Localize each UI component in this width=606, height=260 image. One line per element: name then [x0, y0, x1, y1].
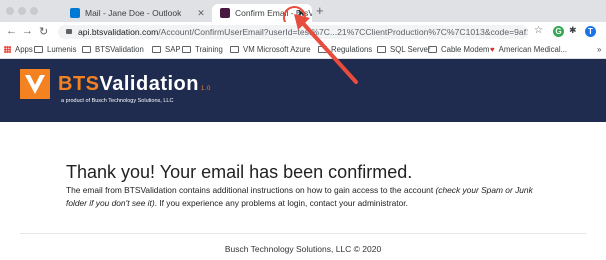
bookmark-apps[interactable]: Apps — [4, 45, 33, 54]
footer-divider — [20, 233, 586, 234]
folder-icon — [34, 46, 43, 53]
folder-icon — [377, 46, 386, 53]
folder-icon — [428, 46, 437, 53]
forward-icon[interactable]: → — [22, 25, 33, 37]
folder-icon — [182, 46, 191, 53]
folder-icon — [152, 46, 161, 53]
apps-grid-icon — [4, 46, 11, 53]
annotation-arrow-icon — [294, 14, 358, 84]
footer-copyright: Busch Technology Solutions, LLC © 2020 — [224, 244, 382, 254]
extension-icon[interactable]: G — [553, 26, 564, 37]
window-minimize-dot[interactable] — [18, 7, 26, 15]
bookmark-training[interactable]: Training — [182, 45, 223, 54]
bookmark-sap[interactable]: SAP — [152, 45, 181, 54]
btsvalidation-icon — [220, 8, 230, 18]
tab-title: Mail - Jane Doe - Outlook — [85, 8, 182, 18]
folder-icon — [230, 46, 239, 53]
bookmark-lumenis[interactable]: Lumenis — [34, 45, 76, 54]
extensions-puzzle-icon[interactable]: ✱ — [569, 25, 577, 36]
btsvalidation-logo-icon — [20, 69, 50, 99]
bookmark-cable-modem[interactable]: Cable Modem — [428, 45, 490, 54]
lock-icon — [66, 29, 72, 34]
tab-close-icon[interactable]: ✕ — [196, 8, 206, 18]
confirmation-message: The email from BTSValidation contains ad… — [66, 185, 533, 208]
profile-avatar[interactable]: T — [585, 26, 596, 37]
version-label: 1.0 — [200, 86, 211, 92]
page-title: Thank you! Your email has been confirmed… — [66, 162, 413, 182]
tagline: a product of Busch Technology Solutions,… — [61, 98, 174, 104]
bookmark-star-icon[interactable]: ☆ — [534, 25, 543, 36]
bookmark-btsvalidation[interactable]: BTSValidation — [82, 45, 144, 54]
window-close-dot[interactable] — [6, 7, 14, 15]
bookmark-american-medical[interactable]: ♥ American Medical... — [490, 45, 567, 54]
reload-icon[interactable]: ↻ — [39, 25, 48, 38]
tab-outlook[interactable]: Mail - Jane Doe - Outlook ✕ — [62, 4, 212, 22]
outlook-icon — [70, 8, 80, 18]
bookmarks-overflow-button[interactable]: » — [597, 45, 601, 54]
back-icon[interactable]: ← — [6, 25, 17, 37]
heart-icon: ♥ — [490, 45, 495, 54]
folder-icon — [82, 46, 91, 53]
url-host: api.btsvalidation.com — [78, 27, 159, 37]
window-maximize-dot[interactable] — [30, 7, 38, 15]
brand-name: BTSValidation 1.0 — [58, 73, 211, 95]
bookmark-sql-server[interactable]: SQL Server — [377, 45, 430, 54]
